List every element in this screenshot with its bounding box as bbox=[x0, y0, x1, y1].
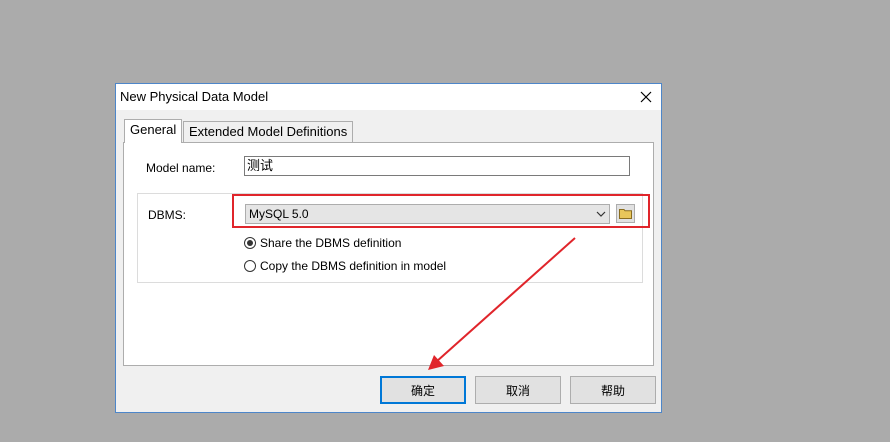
ok-button[interactable]: 确定 bbox=[380, 376, 466, 404]
general-panel: Model name: 测试 DBMS: MySQL 5.0 Share the… bbox=[123, 142, 654, 366]
share-dbms-radio[interactable] bbox=[244, 237, 256, 249]
chevron-down-icon bbox=[596, 205, 606, 223]
close-button[interactable] bbox=[631, 84, 661, 110]
model-name-label: Model name: bbox=[146, 161, 216, 175]
copy-dbms-label: Copy the DBMS definition in model bbox=[260, 259, 447, 273]
browse-dbms-button[interactable] bbox=[616, 204, 635, 223]
share-dbms-label: Share the DBMS definition bbox=[260, 236, 402, 250]
copy-dbms-option[interactable]: Copy the DBMS definition in model bbox=[244, 259, 446, 273]
close-icon bbox=[640, 91, 652, 103]
dbms-select[interactable]: MySQL 5.0 bbox=[245, 204, 610, 224]
cancel-button[interactable]: 取消 bbox=[475, 376, 561, 404]
tab-general[interactable]: General bbox=[124, 119, 183, 143]
model-name-input[interactable]: 测试 bbox=[244, 156, 630, 176]
tab-extended-model-definitions[interactable]: Extended Model Definitions bbox=[183, 121, 354, 143]
new-physical-data-model-dialog: New Physical Data Model General Extended… bbox=[115, 83, 662, 413]
dbms-groupbox: DBMS: MySQL 5.0 Share the DBMS definitio… bbox=[137, 193, 650, 283]
dialog-title: New Physical Data Model bbox=[120, 89, 269, 104]
folder-icon bbox=[619, 209, 632, 219]
dbms-selected-value: MySQL 5.0 bbox=[249, 207, 309, 221]
help-button[interactable]: 帮助 bbox=[570, 376, 656, 404]
dbms-label: DBMS: bbox=[148, 208, 187, 222]
share-dbms-option[interactable]: Share the DBMS definition bbox=[244, 236, 401, 250]
copy-dbms-radio[interactable] bbox=[244, 260, 256, 272]
title-bar: New Physical Data Model bbox=[116, 84, 661, 110]
